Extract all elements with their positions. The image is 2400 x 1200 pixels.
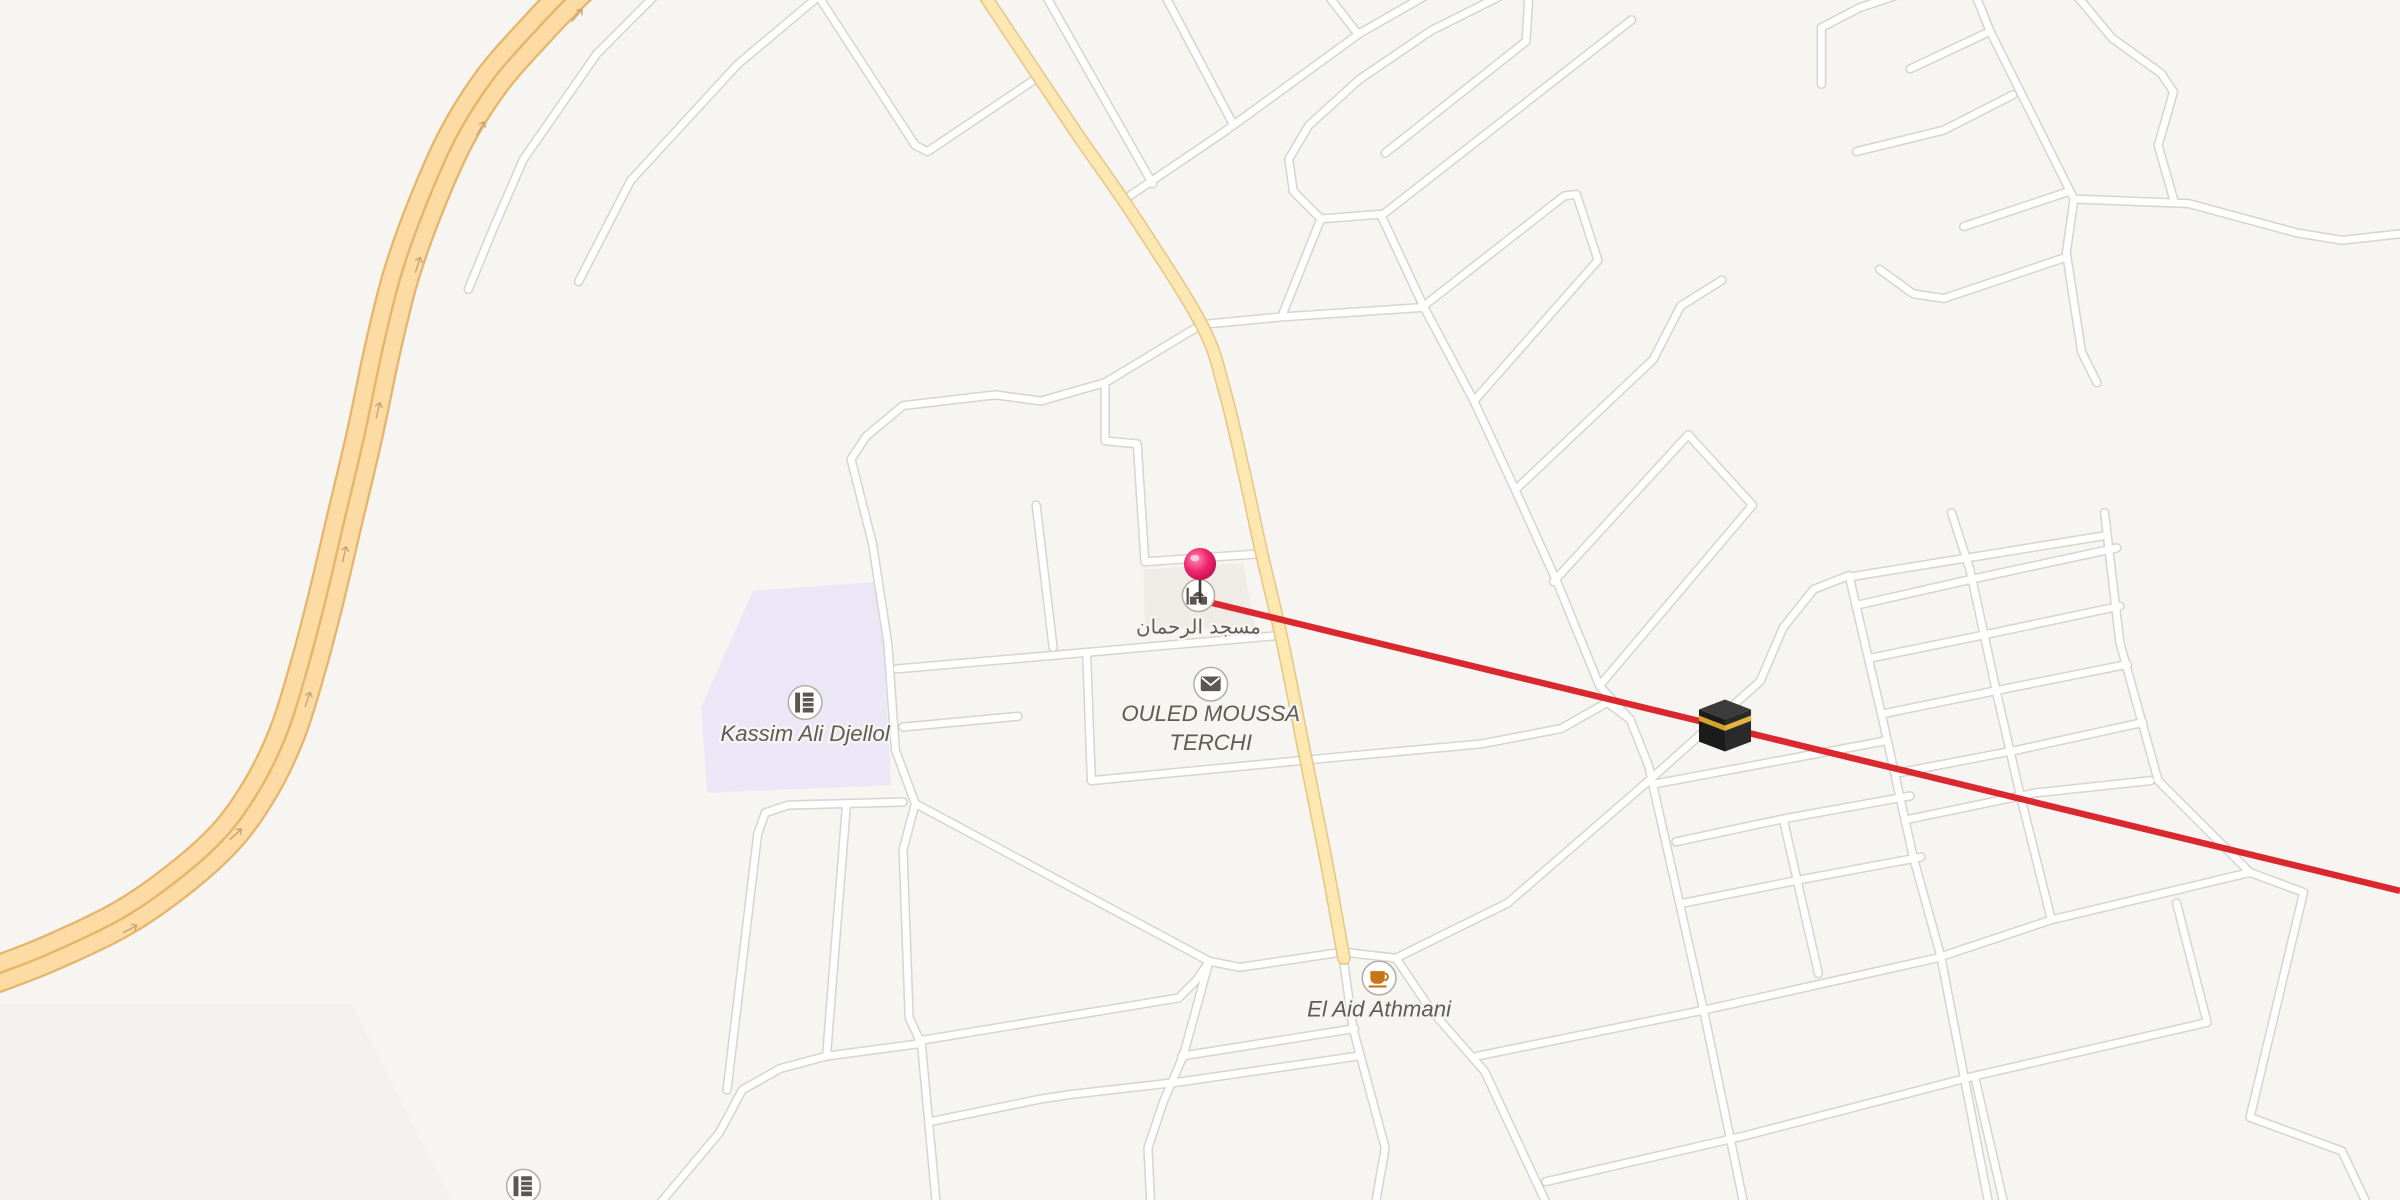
- poi-post-office[interactable]: [1193, 666, 1229, 702]
- location-pin-icon[interactable]: [1183, 547, 1217, 581]
- post-office-label-line1: OULED MOUSSA: [1121, 701, 1300, 726]
- cafe-label: El Aid Athmani: [1307, 996, 1452, 1021]
- kaaba-icon: [1698, 699, 1752, 752]
- poi-school[interactable]: [787, 684, 823, 721]
- poi-school-2[interactable]: [505, 1168, 542, 1200]
- book-spine: [795, 692, 801, 713]
- library-icon: [795, 692, 814, 713]
- map-canvas[interactable]: Kassim Ali Djellol OULED MOUSSA TERCHI E…: [0, 0, 2400, 1200]
- map-svg[interactable]: Kassim Ali Djellol OULED MOUSSA TERCHI E…: [0, 0, 2400, 1200]
- cup-saucer: [1368, 985, 1387, 988]
- mosque-label: مسجد الرحمان: [1136, 616, 1261, 639]
- school-label: Kassim Ali Djellol: [720, 721, 890, 746]
- cup-body: [1370, 971, 1385, 984]
- library-icon: [513, 1176, 532, 1197]
- book-spine: [513, 1176, 519, 1197]
- poi-cafe[interactable]: [1361, 960, 1397, 996]
- post-office-icon: [1200, 676, 1221, 692]
- post-office-label-line2: TERCHI: [1169, 730, 1252, 755]
- pin-highlight: [1190, 554, 1200, 562]
- poi-mosque[interactable]: [1181, 578, 1216, 613]
- minaret: [1186, 587, 1189, 605]
